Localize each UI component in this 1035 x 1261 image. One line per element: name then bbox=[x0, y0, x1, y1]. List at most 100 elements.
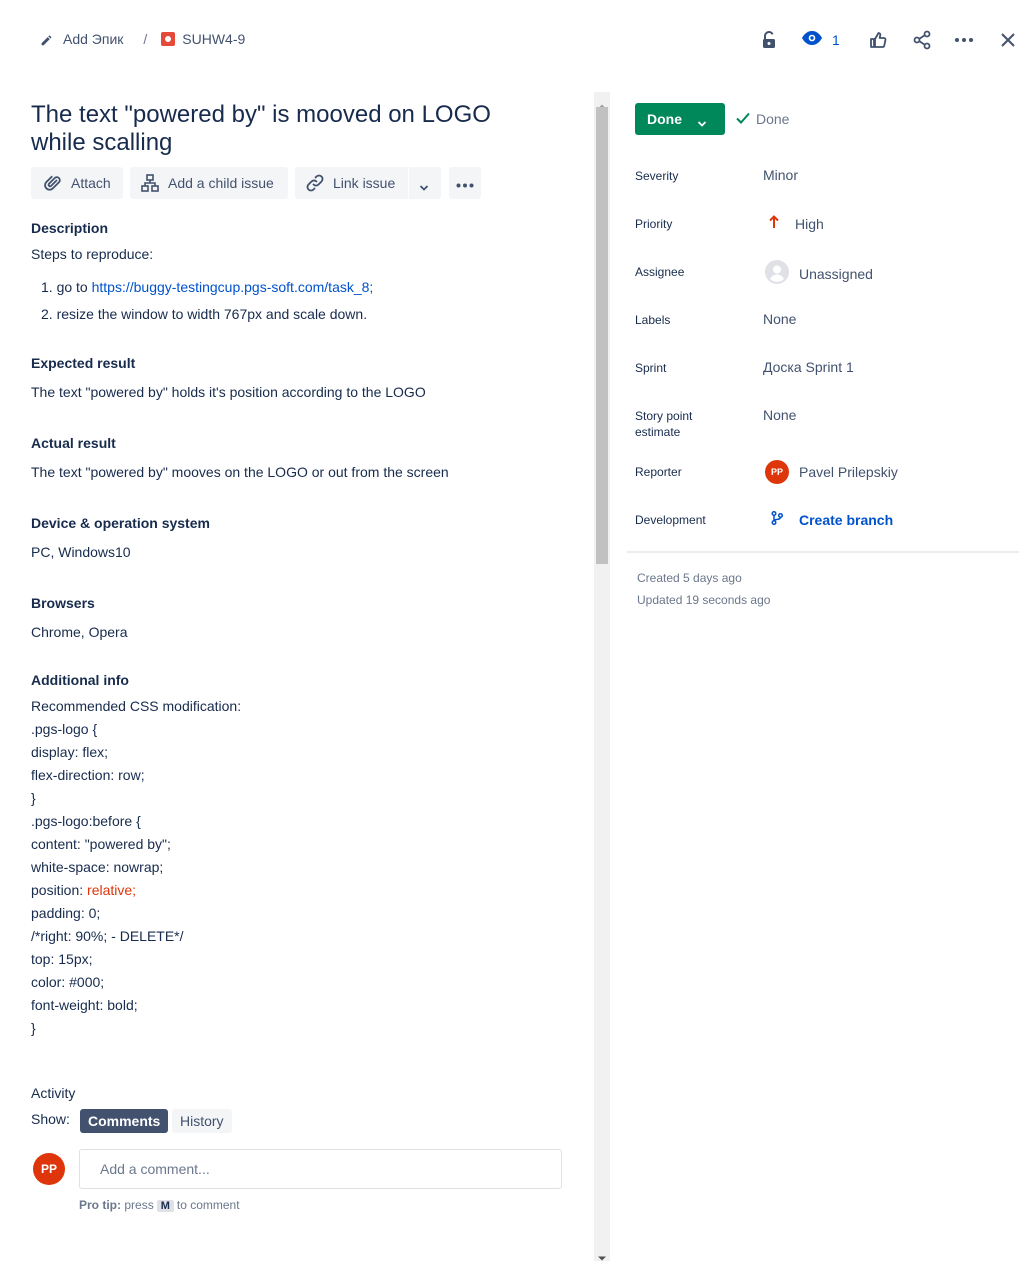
code-line: position: relative; bbox=[31, 882, 136, 898]
code-text: .pgs-logo { bbox=[31, 721, 98, 737]
browsers-heading: Browsers bbox=[31, 595, 95, 611]
task-url-link[interactable]: https://buggy-testingcup.pgs-soft.com/ta… bbox=[92, 279, 374, 295]
status-label: Done bbox=[647, 111, 682, 127]
avatar: PP bbox=[765, 460, 789, 484]
divider bbox=[627, 551, 1019, 553]
story-point-label-line2: estimate bbox=[635, 425, 681, 439]
link-issue-button[interactable]: Link issue bbox=[295, 167, 441, 199]
description-intro: Steps to reproduce: bbox=[31, 246, 154, 262]
issue-title[interactable]: The text "powered by" is mooved on LOGO … bbox=[31, 101, 551, 157]
activity-heading: Activity bbox=[31, 1085, 76, 1101]
more-icon[interactable] bbox=[952, 28, 976, 52]
add-child-issue-button[interactable]: Add a child issue bbox=[130, 167, 288, 199]
history-tab[interactable]: History bbox=[172, 1109, 232, 1133]
check-icon bbox=[736, 111, 750, 127]
code-line: padding: 0; bbox=[31, 905, 100, 921]
step-2: 2. resize the window to width 767px and … bbox=[41, 306, 367, 322]
scrollbar-thumb[interactable] bbox=[596, 107, 608, 564]
expected-heading: Expected result bbox=[31, 355, 136, 371]
priority-label: Priority bbox=[635, 217, 673, 231]
sprint-value[interactable]: Доска Sprint 1 bbox=[763, 359, 854, 375]
code-line: color: #000; bbox=[31, 974, 104, 990]
comments-tab[interactable]: Comments bbox=[80, 1109, 169, 1133]
device-text: PC, Windows10 bbox=[31, 544, 131, 560]
reporter-label: Reporter bbox=[635, 465, 682, 479]
code-text: .pgs-logo:before { bbox=[31, 813, 141, 829]
code-highlight: relative; bbox=[87, 882, 137, 898]
shortcut-key: M bbox=[156, 1200, 174, 1212]
lock-icon[interactable] bbox=[757, 28, 781, 52]
chevron-down-icon bbox=[697, 115, 707, 131]
code-text: content: "powered by"; bbox=[31, 836, 171, 852]
create-branch-text: Create branch bbox=[799, 511, 894, 528]
more-icon bbox=[456, 175, 474, 191]
additional-heading: Additional info bbox=[31, 672, 129, 688]
assignee-text: Unassigned bbox=[799, 265, 873, 282]
story-point-label-line1: Story point bbox=[635, 409, 693, 423]
close-icon[interactable] bbox=[996, 28, 1020, 52]
attach-button[interactable]: Attach bbox=[31, 167, 123, 199]
browsers-text: Chrome, Opera bbox=[31, 624, 128, 640]
severity-label: Severity bbox=[635, 169, 679, 183]
like-icon[interactable] bbox=[866, 28, 890, 52]
code-line: /*right: 90%; - DELETE*/ bbox=[31, 928, 184, 944]
add-child-label: Add a child issue bbox=[168, 175, 274, 191]
breadcrumb-separator: / bbox=[143, 31, 148, 47]
reporter-name: Pavel Prilepskiy bbox=[799, 464, 898, 480]
share-icon[interactable] bbox=[910, 28, 934, 52]
code-text: display: flex; bbox=[31, 744, 109, 760]
code-line: flex-direction: row; bbox=[31, 767, 145, 783]
watch-button[interactable]: 1 bbox=[802, 28, 840, 52]
comment-input[interactable]: Add a comment... bbox=[79, 1149, 562, 1189]
step-1-prefix: go to bbox=[56, 279, 92, 295]
severity-value[interactable]: Minor bbox=[763, 167, 798, 183]
story-point-value[interactable]: None bbox=[763, 407, 796, 423]
resolution: Done bbox=[736, 111, 789, 127]
expected-text: The text "powered by" holds it's positio… bbox=[31, 384, 426, 400]
description-heading: Description bbox=[31, 220, 109, 236]
show-label: Show: bbox=[31, 1111, 70, 1127]
code-line: white-space: nowrap; bbox=[31, 859, 163, 875]
code-text: flex-direction: row; bbox=[31, 767, 145, 783]
code-line: display: flex; bbox=[31, 744, 108, 760]
add-epic-link[interactable]: Add Эпик bbox=[63, 31, 123, 47]
code-line: font-weight: bold; bbox=[31, 997, 138, 1013]
created-timestamp: Created 5 days ago bbox=[637, 571, 742, 585]
code-text: top: 15px; bbox=[31, 951, 93, 967]
pro-tip-label: Pro tip: bbox=[79, 1198, 121, 1212]
pencil-icon bbox=[40, 33, 53, 46]
updated-timestamp: Updated 19 seconds ago bbox=[637, 593, 771, 607]
resolution-label: Done bbox=[756, 111, 790, 127]
assignee-label: Assignee bbox=[635, 265, 685, 279]
link-icon bbox=[305, 173, 325, 193]
code-line: } bbox=[31, 1020, 36, 1036]
chevron-down-icon[interactable] bbox=[419, 179, 429, 195]
story-point-label: Story point estimate bbox=[635, 408, 692, 440]
step-2-text: resize the window to width 767px and sca… bbox=[56, 306, 368, 322]
code-text: color: #000; bbox=[31, 974, 105, 990]
sprint-label: Sprint bbox=[635, 361, 667, 375]
actual-heading: Actual result bbox=[31, 435, 116, 451]
code-text: font-weight: bold; bbox=[31, 997, 138, 1013]
scroll-down-arrow-icon[interactable] bbox=[597, 1249, 607, 1261]
priority-text: High bbox=[795, 215, 824, 232]
avatar: PP bbox=[33, 1153, 65, 1185]
assignee-value[interactable]: Unassigned bbox=[765, 260, 873, 287]
labels-label: Labels bbox=[635, 313, 671, 327]
more-actions-button[interactable] bbox=[449, 167, 481, 199]
code-text: } bbox=[31, 1020, 36, 1036]
code-text: position: bbox=[31, 882, 88, 898]
eye-icon bbox=[802, 30, 822, 50]
priority-value[interactable]: High bbox=[769, 215, 824, 232]
user-avatar-icon bbox=[765, 260, 789, 287]
pro-tip-suffix: to comment bbox=[176, 1198, 240, 1212]
create-branch-link[interactable]: Create branch bbox=[771, 510, 894, 528]
issue-key-link[interactable]: SUHW4-9 bbox=[182, 31, 245, 47]
labels-value[interactable]: None bbox=[763, 311, 796, 327]
status-button[interactable]: Done bbox=[635, 103, 725, 135]
code-line: top: 15px; bbox=[31, 951, 93, 967]
step-1-number: 1. bbox=[41, 279, 53, 295]
code-line: .pgs-logo:before { bbox=[31, 813, 141, 829]
pro-tip-press: press bbox=[124, 1198, 154, 1212]
reporter-value[interactable]: PP Pavel Prilepskiy bbox=[765, 460, 898, 484]
